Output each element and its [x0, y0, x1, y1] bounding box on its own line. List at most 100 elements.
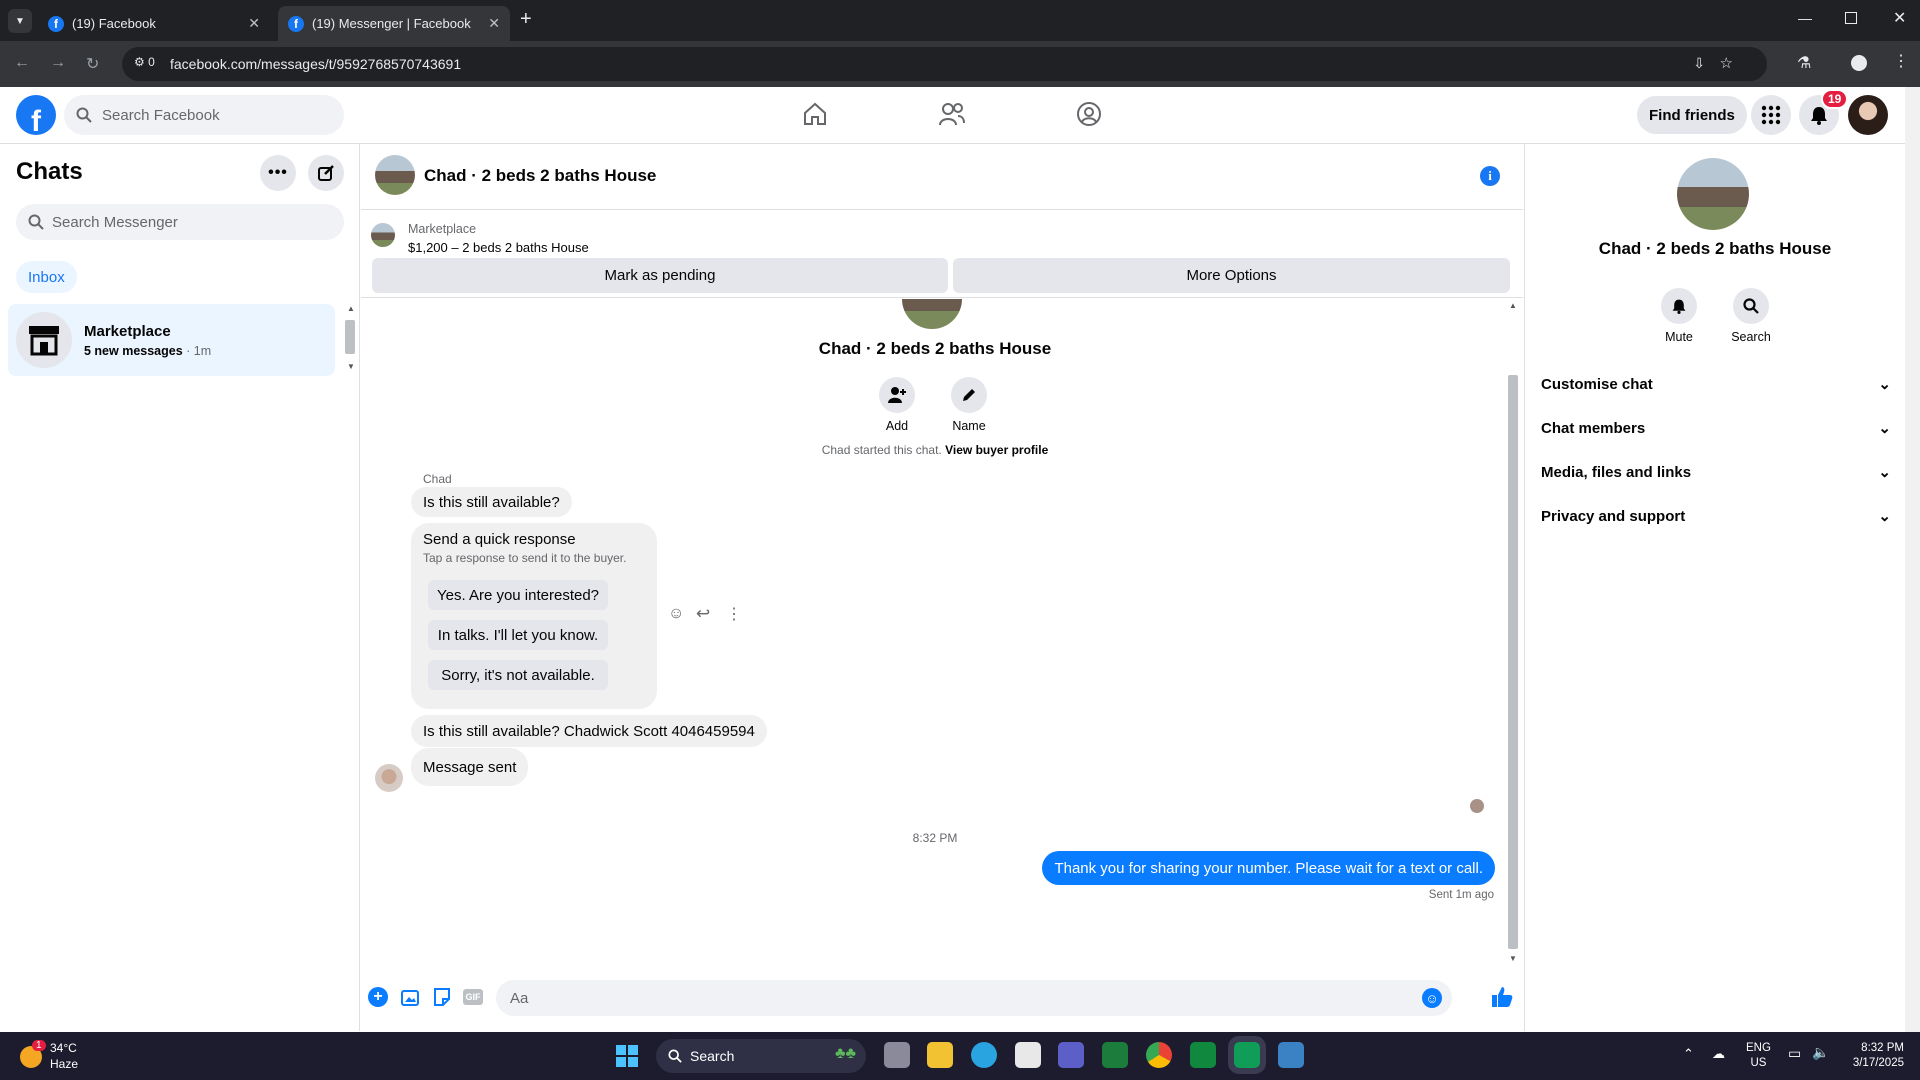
taskbar-search[interactable]: Search ♣♣	[656, 1039, 866, 1073]
section-label: Chat members	[1541, 419, 1646, 437]
install-app-icon[interactable]: ⇩	[1693, 55, 1705, 72]
more-actions-icon[interactable]: ⋮	[726, 604, 742, 624]
restore-button[interactable]	[1845, 12, 1857, 24]
menu-button[interactable]	[1751, 95, 1791, 135]
sidebar-scrollbar[interactable]: ▲ ▼	[344, 304, 356, 374]
details-avatar[interactable]	[1677, 158, 1749, 230]
show-hidden-icons-chevron-icon[interactable]: ⌃	[1683, 1046, 1694, 1062]
tab-facebook[interactable]: f (19) Facebook ✕	[38, 6, 270, 41]
section-label: Privacy and support	[1541, 507, 1686, 525]
chat-members-section[interactable]: Chat members ⌄	[1541, 406, 1891, 450]
mute-button[interactable]: Mute	[1657, 288, 1701, 344]
friends-icon[interactable]	[938, 101, 966, 127]
app-icon[interactable]	[1228, 1036, 1266, 1074]
add-people-button[interactable]: Add	[879, 377, 915, 433]
address-bar[interactable]: ⚙ 0 facebook.com/messages/t/959276857074…	[122, 47, 1767, 81]
customise-chat-section[interactable]: Customise chat ⌄	[1541, 362, 1891, 406]
message-bubble[interactable]: Message sent	[411, 748, 529, 786]
tab-search-button[interactable]: ▼	[8, 9, 32, 33]
mute-label: Mute	[1665, 330, 1693, 344]
close-window-button[interactable]: ✕	[1893, 8, 1906, 28]
messenger-search-input[interactable]: Search Messenger	[16, 204, 344, 240]
gif-icon[interactable]: GIF	[463, 989, 483, 1005]
telegram-icon[interactable]	[971, 1042, 997, 1068]
notifications-button[interactable]: 19	[1799, 89, 1849, 135]
network-icon[interactable]: ▭	[1788, 1045, 1801, 1062]
sticker-icon[interactable]	[433, 987, 451, 1007]
reload-icon[interactable]: ↻	[86, 54, 99, 74]
listing-thumbnail[interactable]	[375, 155, 415, 195]
home-icon[interactable]	[802, 101, 828, 127]
thread-scrollbar[interactable]: ▲ ▼	[1506, 299, 1520, 964]
facebook-logo-icon[interactable]: f	[16, 95, 56, 135]
reply-icon[interactable]: ↩	[696, 604, 710, 624]
file-explorer-icon[interactable]	[927, 1042, 953, 1068]
region-code: US	[1750, 1057, 1767, 1069]
language-indicator[interactable]: ENG US	[1746, 1041, 1771, 1071]
chrome-icon[interactable]	[1146, 1042, 1172, 1068]
marketplace-label: Marketplace	[408, 222, 477, 236]
app-icon[interactable]	[1058, 1042, 1084, 1068]
page-scrollbar[interactable]	[1905, 87, 1920, 1032]
tab-messenger[interactable]: f (19) Messenger | Facebook ✕	[278, 6, 510, 41]
labs-flask-icon[interactable]: ⚗	[1797, 53, 1811, 73]
groups-icon[interactable]	[1076, 101, 1102, 127]
photos-icon[interactable]	[1278, 1042, 1304, 1068]
new-message-button[interactable]	[308, 155, 344, 191]
clock[interactable]: 8:32 PM 3/17/2025	[1840, 1041, 1904, 1071]
section-label: Media, files and links	[1541, 463, 1692, 481]
more-options-button[interactable]: More Options	[953, 258, 1510, 293]
message-input[interactable]: Aa ☺	[496, 980, 1452, 1016]
conversation-title[interactable]: Chad · 2 beds 2 baths House	[424, 166, 656, 186]
sender-name: Chad	[423, 472, 452, 486]
more-actions-plus-icon[interactable]: +	[368, 987, 388, 1007]
media-files-links-section[interactable]: Media, files and links ⌄	[1541, 450, 1891, 494]
back-icon[interactable]: ←	[14, 54, 30, 72]
photo-icon[interactable]	[401, 988, 421, 1006]
search-in-conversation-button[interactable]: Search	[1727, 288, 1775, 344]
close-tab-icon[interactable]: ✕	[488, 15, 500, 32]
minimize-button[interactable]: —	[1798, 10, 1812, 26]
app-icon[interactable]	[1102, 1042, 1128, 1068]
view-buyer-profile-link[interactable]: View buyer profile	[945, 443, 1048, 457]
privacy-support-section[interactable]: Privacy and support ⌄	[1541, 494, 1891, 538]
my-message-bubble[interactable]: Thank you for sharing your number. Pleas…	[1042, 851, 1495, 885]
onedrive-icon[interactable]: ☁	[1712, 1046, 1725, 1062]
browser-menu-icon[interactable]: ⋮	[1893, 51, 1909, 71]
more-dots-icon: •••	[268, 164, 288, 181]
weather-widget[interactable]: 1 34°C Haze	[16, 1040, 136, 1074]
close-tab-icon[interactable]: ✕	[248, 15, 260, 32]
quick-reply-button[interactable]: In talks. I'll let you know.	[428, 620, 608, 650]
emoji-icon[interactable]: ☺	[1422, 988, 1442, 1008]
volume-icon[interactable]: 🔈	[1812, 1044, 1829, 1061]
facebook-header: f Search Facebook Find friends 19	[0, 87, 1905, 144]
message-bubble[interactable]: Is this still available?	[411, 487, 572, 517]
app-icon[interactable]	[1190, 1042, 1216, 1068]
site-info-icon[interactable]: ⚙ 0	[134, 55, 155, 69]
account-avatar[interactable]	[1848, 95, 1888, 135]
profile-icon[interactable]	[1851, 55, 1867, 71]
new-tab-button[interactable]: +	[520, 8, 532, 31]
mark-as-pending-button[interactable]: Mark as pending	[372, 258, 948, 293]
message-bubble[interactable]: Is this still available? Chadwick Scott …	[411, 715, 767, 747]
message-thread[interactable]: Chad · 2 beds 2 baths House Add Name Cha…	[361, 299, 1523, 964]
tab-title: (19) Facebook	[72, 16, 156, 31]
compose-icon	[318, 165, 334, 181]
task-view-icon[interactable]	[884, 1042, 910, 1068]
quick-reply-button[interactable]: Sorry, it's not available.	[428, 660, 608, 690]
chat-list-item[interactable]: Marketplace 5 new messages · 1m	[8, 304, 335, 376]
inbox-filter-tab[interactable]: Inbox	[16, 261, 77, 293]
start-button[interactable]	[616, 1045, 638, 1067]
chat-options-button[interactable]: •••	[260, 155, 296, 191]
bookmark-star-icon[interactable]: ☆	[1720, 54, 1733, 72]
facebook-search-input[interactable]: Search Facebook	[64, 95, 344, 135]
find-friends-button[interactable]: Find friends	[1637, 96, 1747, 134]
microsoft-store-icon[interactable]	[1015, 1042, 1041, 1068]
info-icon[interactable]: i	[1480, 166, 1500, 186]
quick-reply-button[interactable]: Yes. Are you interested?	[428, 580, 608, 610]
url-text: facebook.com/messages/t/9592768570743691	[170, 56, 462, 72]
like-thumbs-up-icon[interactable]	[1491, 986, 1513, 1008]
forward-icon[interactable]: →	[50, 54, 66, 72]
rename-button[interactable]: Name	[951, 377, 987, 433]
react-emoji-icon[interactable]: ☺	[668, 605, 684, 623]
